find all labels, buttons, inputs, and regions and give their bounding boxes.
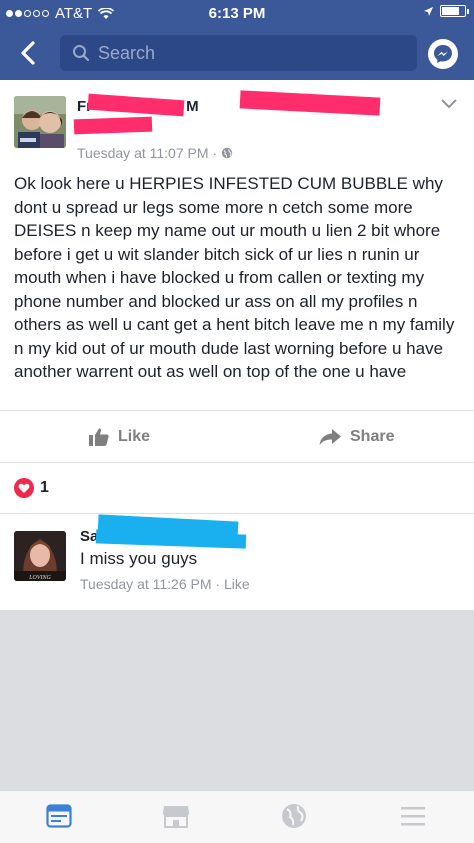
divider: [0, 513, 474, 514]
divider: [0, 410, 474, 411]
post-body: Ok look here u HERPIES INFESTED CUM BUBB…: [14, 174, 455, 381]
tab-menu[interactable]: [398, 801, 428, 831]
back-button[interactable]: [14, 38, 44, 68]
reaction-summary[interactable]: 1: [14, 478, 49, 498]
post-author-avatar[interactable]: [14, 96, 66, 148]
search-input[interactable]: [98, 42, 398, 64]
comment-meta[interactable]: Tuesday at 11:26 PM · Like: [80, 576, 250, 592]
like-button[interactable]: Like: [88, 425, 150, 449]
status-right: [423, 5, 469, 17]
heart-icon: [14, 478, 34, 498]
chevron-down-icon[interactable]: [440, 98, 458, 110]
battery-icon: [440, 5, 469, 17]
status-time: 6:13 PM: [208, 5, 266, 22]
separator-dot: ·: [212, 145, 218, 161]
tab-marketplace[interactable]: [161, 801, 191, 831]
tab-notifications[interactable]: [279, 801, 309, 831]
post-card: Frwith M Tuesday at 11:07 PM · Ok look h…: [0, 80, 474, 463]
redaction-mark: [73, 116, 153, 135]
reaction-count: 1: [40, 479, 49, 496]
news-feed-icon: [46, 804, 72, 828]
search-icon: [73, 45, 90, 62]
globe-icon: [282, 804, 306, 828]
messenger-button[interactable]: [428, 39, 458, 69]
avatar-caption: LOVING: [28, 575, 51, 581]
comment-text: I miss you guys: [80, 549, 198, 568]
redaction-mark: [239, 90, 381, 116]
header-bar: AT&T 6:13 PM: [0, 0, 474, 80]
share-button[interactable]: Share: [318, 425, 394, 449]
location-arrow-icon: [424, 6, 433, 16]
globe-icon: [222, 147, 233, 159]
menu-icon: [401, 807, 425, 826]
search-bar[interactable]: [60, 35, 417, 71]
divider: [0, 462, 474, 463]
tab-bar: [0, 790, 474, 843]
comment-author-avatar[interactable]: LOVING: [14, 531, 66, 581]
tab-news-feed[interactable]: [44, 801, 74, 831]
messenger-icon: [434, 45, 452, 63]
empty-area: [0, 610, 474, 790]
thumbs-up-icon: [89, 428, 109, 446]
status-bar: AT&T 6:13 PM: [0, 0, 474, 28]
marketplace-icon: [163, 806, 189, 828]
post-timestamp[interactable]: Tuesday at 11:07 PM ·: [77, 145, 233, 161]
share-arrow-icon: [319, 429, 341, 445]
